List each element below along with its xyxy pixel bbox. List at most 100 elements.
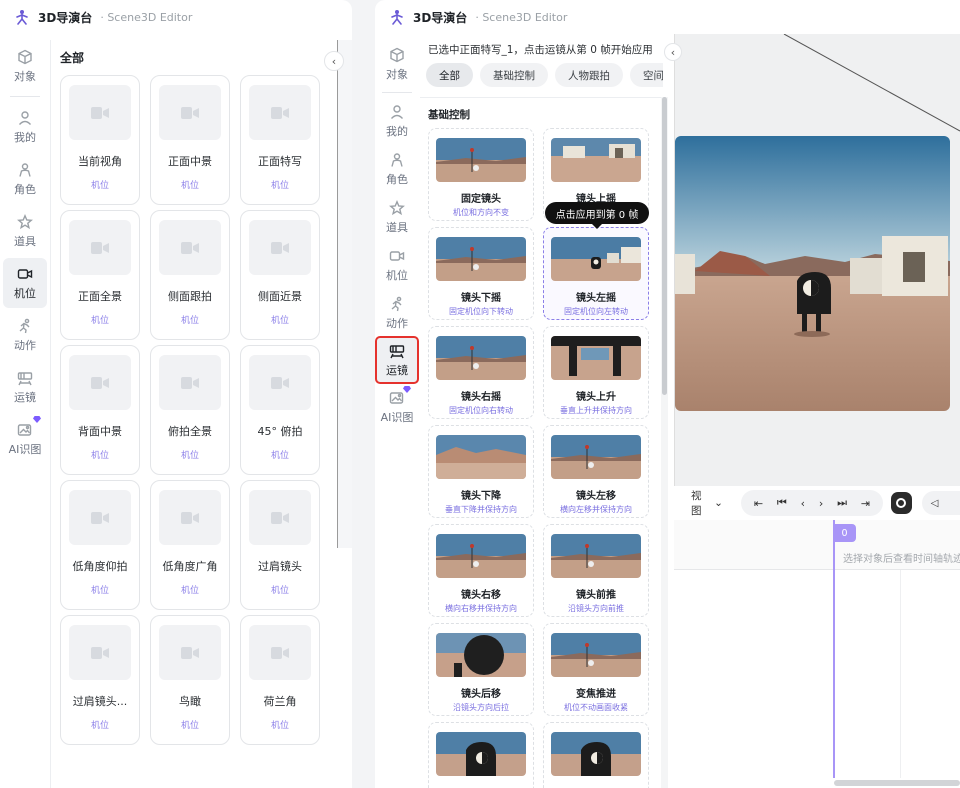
collapse-panel-button[interactable]: ‹ [324,51,344,71]
camera-movement-card[interactable]: 镜头上升 垂直上升并保持方向 [543,326,649,419]
camera-preset-card[interactable]: 正面中景 机位 [150,75,230,205]
rail-item-character[interactable]: 角色 [377,146,417,192]
side-control-button[interactable]: ◁ [921,491,960,515]
camera-movement-card[interactable]: 镜头右移 横向右移并保持方向 [428,524,534,617]
camera-preset-tag: 机位 [180,721,199,731]
camera-preset-card[interactable]: 低角度仰拍 机位 [60,480,140,610]
movement-thumbnail [551,237,641,281]
camera-preset-card[interactable]: 低角度广角 机位 [150,480,230,610]
camera-movement-card[interactable] [428,722,534,788]
camera-preset-card[interactable]: 过肩镜头 机位 [240,480,320,610]
timeline-scrollbar[interactable] [834,780,960,786]
playhead[interactable] [833,520,835,778]
camera-preset-card[interactable]: 侧面近景 机位 [240,210,320,340]
right-panel: 3D导演台 · Scene3D Editor 对象 我的 角色 道具 机位 动作 运镜 AI识… [375,0,960,788]
movement-thumbnail [551,732,641,776]
movement-description: 机位不动画面收紧 [564,703,628,712]
transport-controls: ⇤ ⏮ ‹ › ⏭ ⇥ [740,490,884,516]
next-frame-icon[interactable]: › [819,497,823,510]
skip-forward-icon[interactable]: ⏭ [837,496,847,510]
record-button[interactable] [891,492,912,514]
camera-preset-name: 低角度广角 [162,560,218,573]
chevron-down-icon: ⌄ [714,497,723,509]
camera-movement-card[interactable]: 镜头下摇 固定机位向下转动 [428,227,534,320]
film-icon [17,371,33,385]
camera-movement-card[interactable] [543,722,649,788]
camera-preset-card[interactable]: 当前视角 机位 [60,75,140,205]
tab-0[interactable]: 全部 [426,63,473,87]
camera-movement-card[interactable]: 镜头左移 横向左移并保持方向 [543,425,649,518]
rail-item-action[interactable]: 动作 [377,290,417,336]
jump-start-icon[interactable]: ⇤ [754,497,763,510]
jump-end-icon[interactable]: ⇥ [861,497,870,510]
camera-movement-card[interactable]: 变焦推进 机位不动画面收紧 [543,623,649,716]
camera-preset-card[interactable]: 正面特写 机位 [240,75,320,205]
movement-description: 横向右移并保持方向 [445,604,517,613]
rail-item-camera[interactable]: 机位 [377,242,417,288]
movement-list-scrollbar[interactable] [661,97,668,788]
camera-preset-card[interactable]: 正面全景 机位 [60,210,140,340]
timeline[interactable]: 0 选择对象后查看时间轴轨迹 [674,520,960,788]
tab-2[interactable]: 人物跟拍 [555,63,623,87]
rail-item-mine[interactable]: 我的 [377,98,417,144]
rail-item-character[interactable]: 角色 [3,154,47,204]
camera-preset-tag: 机位 [180,316,199,326]
movement-thumbnail [551,336,641,380]
scene-viewport-sliver [337,40,352,548]
app-subtitle: · Scene3D Editor [100,10,193,24]
prev-frame-icon[interactable]: ‹ [801,497,805,510]
video-camera-icon [271,646,289,659]
camera-preset-name: 鸟瞰 [179,695,201,708]
camera-thumbnail [69,220,131,275]
playhead-frame-label[interactable]: 0 [833,524,856,542]
rail-item-ai[interactable]: AI识图 [377,384,417,430]
rail-item-label: 运镜 [386,363,408,377]
star-icon [17,213,33,229]
rail-item-movement[interactable]: 运镜 [375,336,419,384]
camera-preset-card[interactable]: 过肩镜头... 机位 [60,615,140,745]
camera-preset-name: 当前视角 [78,155,122,168]
tab-3[interactable]: 空间前 [630,63,663,87]
camera-movement-card[interactable]: 镜头左摇 固定机位向左转动 [543,227,649,320]
camera-movement-card[interactable]: 固定镜头 机位和方向不变 [428,128,534,221]
movement-name: 镜头后移 [461,689,501,700]
app-subtitle: · Scene3D Editor [475,10,568,24]
person-icon [19,162,31,177]
video-camera-icon [271,376,289,389]
collapse-panel-button[interactable]: ‹ [664,43,682,61]
camera-preset-card[interactable]: 荷兰角 机位 [240,615,320,745]
camera-preset-card[interactable]: 俯拍全景 机位 [150,345,230,475]
camera-movement-card[interactable]: 镜头后移 沿镜头方向后拉 [428,623,534,716]
camera-thumbnail [249,490,311,545]
tab-1[interactable]: 基础控制 [480,63,548,87]
video-camera-icon [181,511,199,524]
rail-item-object[interactable]: 对象 [3,41,47,91]
rail-item-label: 我的 [14,130,36,144]
camera-preset-card[interactable]: 鸟瞰 机位 [150,615,230,745]
movement-thumbnail [436,138,526,182]
rail-item-props[interactable]: 道具 [3,206,47,256]
camera-preset-tag: 机位 [270,181,289,191]
rail-item-object[interactable]: 对象 [377,41,417,87]
rail-item-movement[interactable]: 运镜 [3,362,47,412]
skip-back-icon[interactable]: ⏮ [777,496,787,510]
camera-movement-card[interactable]: 镜头下降 垂直下降并保持方向 [428,425,534,518]
camera-preset-card[interactable]: 45° 俯拍 机位 [240,345,320,475]
camera-preset-card[interactable]: 侧面跟拍 机位 [150,210,230,340]
movement-thumbnail [551,633,641,677]
rail-item-camera[interactable]: 机位 [3,258,47,308]
movement-description: 横向左移并保持方向 [560,505,632,514]
rail-item-props[interactable]: 道具 [377,194,417,240]
rail-item-mine[interactable]: 我的 [3,102,47,152]
camera-movement-card[interactable]: 镜头右摇 固定机位向右转动 [428,326,534,419]
cube-icon [390,47,404,62]
rail-item-label: 角色 [14,182,36,196]
rail-item-action[interactable]: 动作 [3,310,47,360]
rail-item-ai[interactable]: AI识图 [3,414,47,464]
view-dropdown[interactable]: 视图 ⌄ [691,488,723,518]
scrollbar-thumb[interactable] [662,97,667,395]
rail-item-label: 对象 [14,69,36,83]
camera-thumbnail [249,85,311,140]
camera-preset-card[interactable]: 背面中景 机位 [60,345,140,475]
camera-movement-card[interactable]: 镜头前推 沿镜头方向前推 [543,524,649,617]
